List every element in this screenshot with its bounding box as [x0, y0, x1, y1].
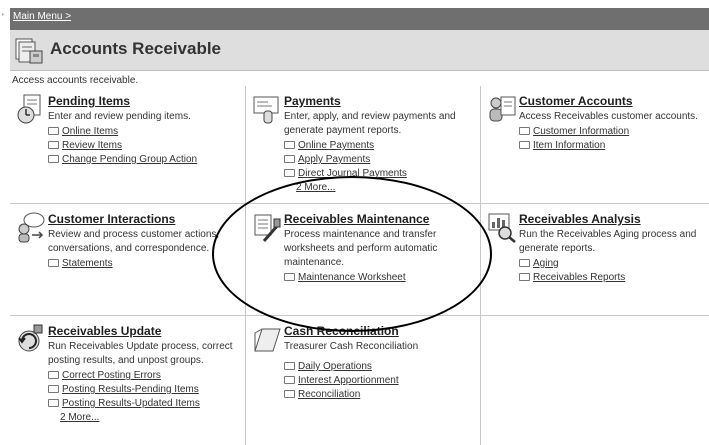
review-items-link[interactable]: Review Items	[48, 139, 239, 153]
folder-icon	[48, 399, 59, 408]
folder-icon	[519, 141, 530, 150]
edge-mark: '	[2, 12, 4, 22]
receivables-update-more-link[interactable]: 2 More...	[48, 411, 239, 425]
correct-posting-errors-link[interactable]: Correct Posting Errors	[48, 369, 239, 383]
page-header: Accounts Receivable	[10, 30, 709, 71]
posting-results-pending-items-link[interactable]: Posting Results-Pending Items	[48, 383, 239, 397]
statements-link[interactable]: Statements	[48, 257, 239, 271]
folder-icon	[48, 155, 59, 164]
maintenance-worksheet-link[interactable]: Maintenance Worksheet	[284, 271, 474, 285]
change-pending-group-action-link[interactable]: Change Pending Group Action	[48, 153, 239, 167]
receivables-analysis-link[interactable]: Receivables Analysis	[519, 212, 703, 226]
tile-payments: Payments Enter, apply, and review paymen…	[246, 86, 481, 204]
folder-icon	[284, 273, 295, 282]
interest-apportionment-link[interactable]: Interest Apportionment	[284, 374, 474, 388]
receivables-maintenance-icon	[254, 214, 281, 242]
customer-accounts-link[interactable]: Customer Accounts	[519, 94, 703, 108]
receivables-analysis-icon	[488, 213, 516, 243]
folder-icon	[48, 259, 59, 268]
tile-receivables-analysis: Receivables Analysis Run the Receivables…	[481, 204, 709, 316]
payments-description: Enter, apply, and review payments and ge…	[284, 111, 456, 136]
receivables-update-icon	[18, 324, 43, 352]
customer-accounts-description: Access Receivables customer accounts.	[519, 111, 698, 122]
payments-more-link[interactable]: 2 More...	[284, 181, 474, 195]
pending-items-description: Enter and review pending items.	[48, 111, 191, 122]
receivables-reports-link[interactable]: Receivables Reports	[519, 271, 703, 285]
tile-receivables-maintenance: Receivables Maintenance Process maintena…	[246, 204, 481, 316]
accounts-receivable-icon	[15, 38, 43, 64]
folder-icon	[48, 127, 59, 136]
tile-customer-interactions: Customer Interactions Review and process…	[10, 204, 246, 316]
customer-interactions-description: Review and process customer actions, con…	[48, 229, 220, 254]
receivables-maintenance-description: Process maintenance and transfer workshe…	[284, 229, 438, 268]
folder-icon	[519, 273, 530, 282]
pending-items-icon	[17, 94, 41, 124]
cash-reconciliation-icon	[254, 328, 281, 352]
folder-icon	[48, 371, 59, 380]
posting-results-updated-items-link[interactable]: Posting Results-Updated Items	[48, 397, 239, 411]
receivables-update-link[interactable]: Receivables Update	[48, 324, 239, 338]
cash-reconciliation-description: Treasurer Cash Reconciliation	[284, 341, 419, 352]
tile-receivables-update: Receivables Update Run Receivables Updat…	[10, 316, 246, 445]
customer-accounts-icon	[489, 96, 516, 122]
navigation-grid: Pending Items Enter and review pending i…	[10, 86, 709, 445]
page-description: Access accounts receivable.	[12, 75, 139, 86]
breadcrumb-bar: Main Menu >	[10, 8, 709, 30]
online-payments-link[interactable]: Online Payments	[284, 139, 474, 153]
receivables-maintenance-link[interactable]: Receivables Maintenance	[284, 212, 474, 226]
page-title: Accounts Receivable	[50, 39, 222, 58]
folder-icon	[284, 362, 295, 371]
tile-customer-accounts: Customer Accounts Access Receivables cus…	[481, 86, 709, 204]
folder-icon	[284, 169, 295, 178]
apply-payments-link[interactable]: Apply Payments	[284, 153, 474, 167]
folder-icon	[48, 385, 59, 394]
folder-icon	[48, 141, 59, 150]
reconciliation-link[interactable]: Reconciliation	[284, 388, 474, 402]
item-information-link[interactable]: Item Information	[519, 139, 703, 153]
folder-icon	[284, 141, 295, 150]
folder-icon	[519, 259, 530, 268]
folder-icon	[284, 390, 295, 399]
cash-reconciliation-link[interactable]: Cash Reconciliation	[284, 324, 474, 338]
aging-link[interactable]: Aging	[519, 257, 703, 271]
pending-items-link[interactable]: Pending Items	[48, 94, 239, 108]
daily-operations-link[interactable]: Daily Operations	[284, 360, 474, 374]
online-items-link[interactable]: Online Items	[48, 125, 239, 139]
folder-icon	[284, 376, 295, 385]
customer-interactions-icon	[18, 212, 45, 243]
breadcrumb-main-menu-link[interactable]: Main Menu >	[13, 11, 71, 22]
folder-icon	[284, 155, 295, 164]
folder-icon	[519, 127, 530, 136]
tile-pending-items: Pending Items Enter and review pending i…	[10, 86, 246, 204]
receivables-update-description: Run Receivables Update process, correct …	[48, 341, 233, 366]
empty-tile	[481, 316, 709, 445]
customer-information-link[interactable]: Customer Information	[519, 125, 703, 139]
payments-icon	[253, 96, 279, 124]
tile-cash-reconciliation: Cash Reconciliation Treasurer Cash Recon…	[246, 316, 481, 445]
receivables-analysis-description: Run the Receivables Aging process and ge…	[519, 229, 697, 254]
payments-link[interactable]: Payments	[284, 94, 474, 108]
customer-interactions-link[interactable]: Customer Interactions	[48, 212, 239, 226]
direct-journal-payments-link[interactable]: Direct Journal Payments	[284, 167, 474, 181]
